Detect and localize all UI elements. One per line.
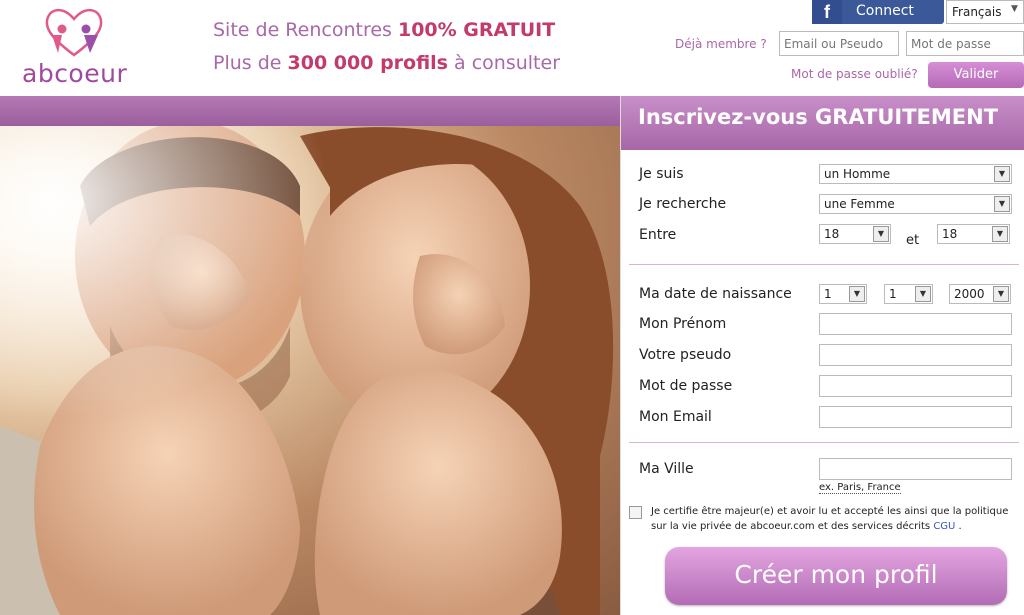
member-prompt: Déjà membre ? <box>675 37 767 51</box>
email-input[interactable] <box>819 406 1012 428</box>
prenom-label: Mon Prénom <box>639 316 727 332</box>
age-max-select[interactable]: 18 ▼ <box>937 224 1010 244</box>
page: abcoeur Site de Rencontres 100% GRATUIT … <box>0 0 1024 615</box>
hero-photo <box>0 126 620 615</box>
birth-year-value: 2000 <box>954 287 985 301</box>
tagline-free: Site de Rencontres 100% GRATUIT <box>213 19 555 41</box>
tagline-profiles: Plus de 300 000 profils à consulter <box>213 52 560 74</box>
age-min-select[interactable]: 18 ▼ <box>819 224 891 244</box>
create-profile-button[interactable]: Créer mon profil <box>665 547 1007 605</box>
ville-hint: ex. Paris, France <box>819 482 901 494</box>
header-band <box>0 96 620 126</box>
login-submit-button[interactable]: Valider <box>928 62 1024 88</box>
signup-title: Inscrivez-vous GRATUITEMENT <box>621 96 1024 150</box>
chevron-down-icon: ▼ <box>849 286 865 302</box>
chevron-down-icon: ▼ <box>915 286 931 302</box>
age-min-value: 18 <box>824 227 840 241</box>
divider <box>629 264 1019 265</box>
tagline-profiles-prefix: Plus de <box>213 52 288 74</box>
cgu-link[interactable]: CGU <box>933 521 955 532</box>
et-label: et <box>906 233 920 248</box>
forgot-password-link[interactable]: Mot de passe oublié? <box>791 67 918 81</box>
login-password-input[interactable]: Mot de passe <box>906 31 1024 56</box>
birth-day-select[interactable]: 1 ▼ <box>819 284 867 304</box>
chevron-down-icon: ▼ <box>1011 4 1018 14</box>
tagline-profiles-bold: 300 000 profils <box>287 52 448 74</box>
couple-heart-hands-image <box>0 126 620 615</box>
je-suis-label: Je suis <box>639 166 684 182</box>
chevron-down-icon: ▼ <box>994 166 1010 182</box>
birth-month-value: 1 <box>889 287 897 301</box>
divider <box>629 442 1019 443</box>
ville-input[interactable] <box>819 458 1012 480</box>
seeking-select[interactable]: une Femme ▼ <box>819 194 1012 214</box>
email-label: Mon Email <box>639 409 712 425</box>
pseudo-label: Votre pseudo <box>639 347 732 363</box>
terms-end: . <box>955 521 962 532</box>
password-label: Mot de passe <box>639 378 733 394</box>
facebook-connect-button[interactable]: f Connect <box>812 0 944 24</box>
ville-label: Ma Ville <box>639 461 694 477</box>
gender-select[interactable]: un Homme ▼ <box>819 164 1012 184</box>
gender-value: un Homme <box>824 167 891 181</box>
birth-day-value: 1 <box>824 287 832 301</box>
heart-people-icon <box>45 8 103 57</box>
birth-month-select[interactable]: 1 ▼ <box>884 284 933 304</box>
tagline-free-bold: 100% GRATUIT <box>397 19 556 41</box>
entre-label: Entre <box>639 227 677 243</box>
birth-year-select[interactable]: 2000 ▼ <box>949 284 1011 304</box>
signup-panel: Inscrivez-vous GRATUITEMENT Je suis un H… <box>620 96 1024 615</box>
facebook-connect-label: Connect <box>856 3 914 19</box>
seeking-value: une Femme <box>824 197 895 211</box>
chevron-down-icon: ▼ <box>994 196 1010 212</box>
chevron-down-icon: ▼ <box>993 286 1009 302</box>
chevron-down-icon: ▼ <box>992 226 1008 242</box>
terms-text: Je certifie être majeur(e) et avoir lu e… <box>651 504 1021 534</box>
password-input[interactable] <box>819 375 1012 397</box>
login-email-input[interactable]: Email ou Pseudo <box>779 31 899 56</box>
logo-text: abcoeur <box>22 59 128 88</box>
pseudo-input[interactable] <box>819 344 1012 366</box>
language-value: Français <box>952 5 1002 19</box>
tagline-free-prefix: Site de Rencontres <box>213 19 398 41</box>
age-max-value: 18 <box>942 227 958 241</box>
je-recherche-label: Je recherche <box>639 196 727 212</box>
terms-checkbox[interactable] <box>629 506 642 519</box>
logo[interactable]: abcoeur <box>18 5 138 90</box>
tagline-profiles-suffix: à consulter <box>448 52 561 74</box>
facebook-icon: f <box>812 0 842 24</box>
prenom-input[interactable] <box>819 313 1012 335</box>
birthdate-label: Ma date de naissance <box>639 286 792 302</box>
language-select[interactable]: Français ▼ <box>946 0 1024 24</box>
chevron-down-icon: ▼ <box>873 226 889 242</box>
